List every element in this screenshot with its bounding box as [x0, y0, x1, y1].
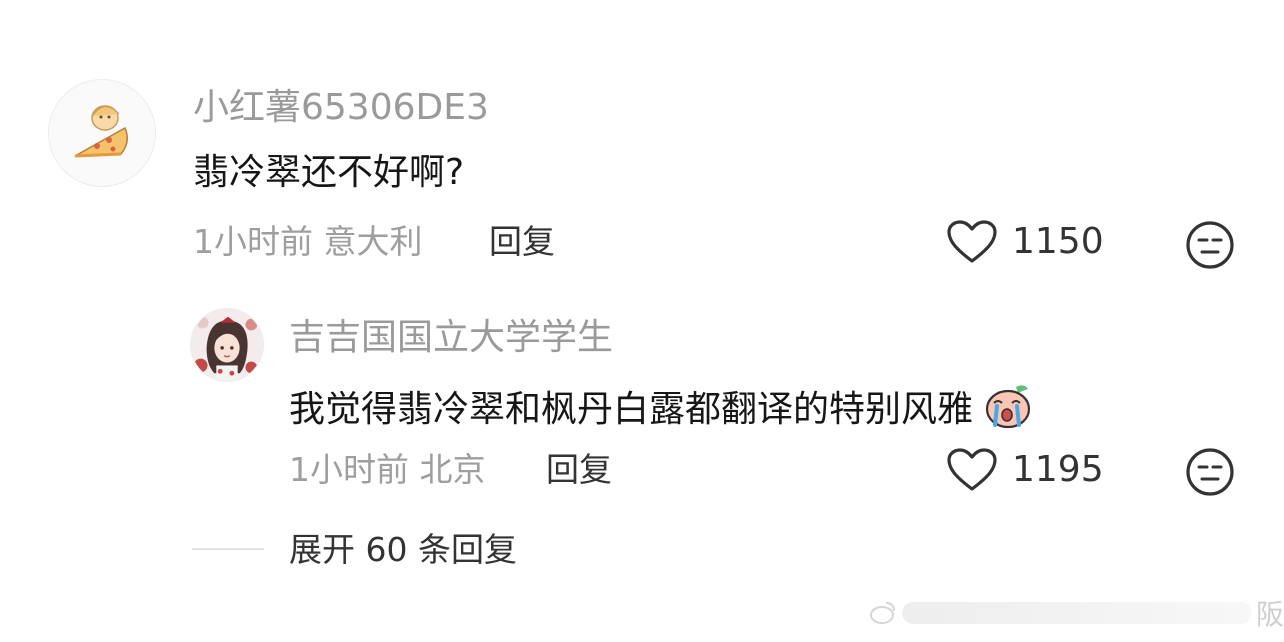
- dislike-button[interactable]: [1184, 219, 1236, 275]
- comment-location: 意大利: [323, 222, 423, 261]
- comment-meta: 1小时前 北京: [289, 451, 486, 489]
- crying-peach-emoji-icon: [984, 381, 1034, 439]
- reply-button[interactable]: 回复: [546, 451, 612, 489]
- watermark: 阪: [868, 590, 1284, 636]
- like-button[interactable]: 1150: [946, 219, 1104, 265]
- heart-icon: [947, 448, 997, 491]
- expand-replies-button[interactable]: 展开 60 条回复: [289, 530, 517, 570]
- comment-text: 翡冷翠还不好啊?: [193, 152, 465, 193]
- comment-meta: 1小时前 意大利: [193, 223, 423, 261]
- weibo-logo-icon: [870, 602, 895, 624]
- comment-location: 北京: [419, 450, 486, 489]
- comment-time: 1小时前: [193, 222, 313, 261]
- comment-username[interactable]: 吉吉国国立大学学生: [289, 318, 613, 358]
- reply-button[interactable]: 回复: [489, 223, 555, 261]
- dislike-button[interactable]: [1184, 446, 1236, 502]
- anime-girl-avatar-icon: [191, 309, 263, 381]
- like-count: 1150: [1012, 221, 1104, 262]
- comment-username[interactable]: 小红薯65306DE3: [193, 88, 489, 128]
- comment-text-body: 我觉得翡冷翠和枫丹白露都翻译的特别风雅: [289, 389, 974, 430]
- unamused-face-icon: [1186, 221, 1234, 269]
- watermark-text: 阪: [1255, 598, 1284, 631]
- pizza-character-icon: [74, 105, 128, 158]
- unamused-face-icon: [1186, 448, 1234, 496]
- comment-section: 小红薯65306DE3 翡冷翠还不好啊? 1小时前 意大利 回复 1150 吉吉…: [0, 0, 1284, 642]
- heart-icon: [947, 220, 997, 263]
- comment-text: 我觉得翡冷翠和枫丹白露都翻译的特别风雅: [289, 381, 1034, 439]
- watermark-bar: [902, 602, 1252, 624]
- like-button[interactable]: 1195: [946, 447, 1104, 493]
- expand-divider: [192, 548, 264, 550]
- like-count: 1195: [1012, 449, 1104, 490]
- user-avatar[interactable]: [48, 79, 156, 187]
- comment-time: 1小时前: [289, 450, 409, 489]
- user-avatar[interactable]: [190, 308, 264, 382]
